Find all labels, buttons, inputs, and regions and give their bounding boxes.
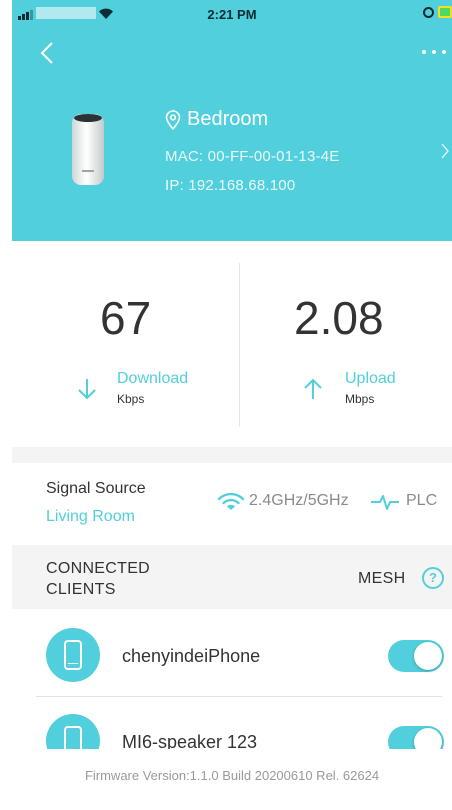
arrow-up-icon: [304, 378, 322, 399]
status-right-icons: [423, 6, 452, 18]
firmware-version: Firmware Version:1.1.0 Build 20200610 Re…: [84, 768, 380, 783]
status-time: 2:21 PM: [207, 7, 257, 22]
status-bar: 2:21 PM: [12, 0, 452, 26]
more-options-icon[interactable]: [422, 45, 452, 59]
client-toggle[interactable]: [388, 640, 444, 672]
chevron-right-icon[interactable]: [440, 142, 450, 160]
client-list: chenyindeiPhone MI6-speaker 123: [12, 609, 452, 749]
signal-source-link[interactable]: Living Room: [46, 508, 135, 526]
signal-band-text: 2.4GHz/5GHz: [249, 492, 349, 509]
client-avatar: [46, 628, 100, 682]
client-toggle[interactable]: [388, 726, 444, 749]
battery-icon: [438, 6, 452, 18]
upload-label: Upload: [345, 370, 396, 387]
device-location-name: Bedroom: [187, 108, 269, 130]
download-unit: Kbps: [117, 392, 145, 406]
plc-text: PLC: [406, 492, 438, 509]
mesh-help-icon[interactable]: ?: [422, 567, 444, 589]
speed-panel: 67 2.08: [12, 241, 452, 447]
client-name[interactable]: chenyindeiPhone: [122, 646, 260, 667]
device-mac: MAC: 00-FF-00-01-13-4E: [165, 148, 340, 165]
phone-icon: [64, 640, 82, 670]
section-gap: [12, 447, 452, 463]
location-pin-icon: [165, 109, 181, 130]
device-header: 2:21 PM Bedroom MAC: 00-FF-00-01-13-4E I…: [12, 0, 452, 241]
back-chevron-icon[interactable]: [36, 40, 58, 66]
upload-speed-value: 2.08: [294, 292, 384, 344]
client-avatar: [46, 714, 100, 749]
list-divider: [36, 696, 442, 697]
plc-icon: [371, 495, 399, 510]
upload-unit: Mbps: [345, 392, 375, 406]
orientation-lock-icon: [423, 6, 434, 18]
mesh-label: MESH: [358, 570, 406, 587]
device-location-row: Bedroom: [165, 108, 268, 131]
connected-clients-title: CONNECTED CLIENTS: [46, 560, 151, 598]
phone-icon: [64, 726, 82, 749]
app-frame: 2:21 PM Bedroom MAC: 00-FF-00-01-13-4E I…: [12, 0, 452, 810]
speed-divider: [239, 263, 240, 427]
wifi-icon: [217, 492, 245, 510]
arrow-down-icon: [78, 379, 96, 400]
download-speed-value: 67: [100, 292, 152, 344]
device-ip: IP: 192.168.68.100: [165, 177, 296, 194]
deco-device-image: [72, 114, 104, 185]
signal-source-title: Signal Source: [46, 480, 146, 497]
client-name[interactable]: MI6-speaker 123: [122, 732, 257, 749]
download-label: Download: [117, 370, 189, 387]
